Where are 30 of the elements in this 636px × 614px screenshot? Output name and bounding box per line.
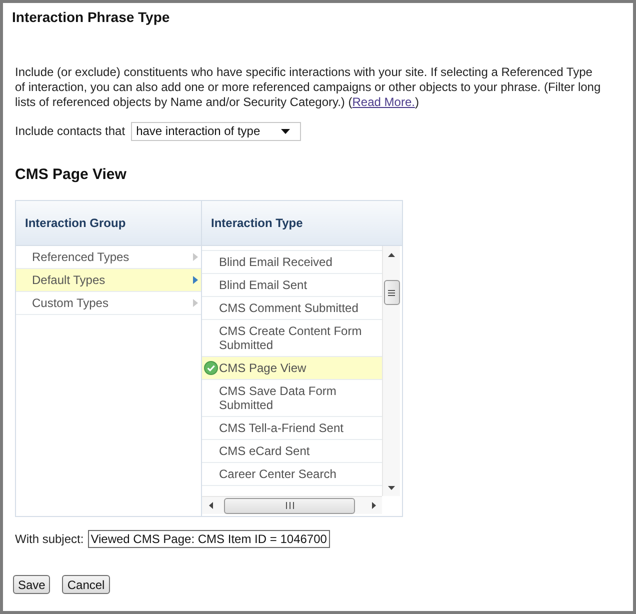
check-circle-icon — [204, 361, 218, 375]
column-header: Interaction Type — [201, 201, 402, 245]
caret-down-icon[interactable] — [388, 486, 395, 490]
form-button[interactable]: Save — [13, 575, 50, 594]
grip-icon — [286, 502, 294, 509]
caret-right-icon — [193, 253, 198, 261]
column-header: Interaction Group — [24, 215, 127, 232]
contact-filter-dropdown[interactable]: have interaction of type — [131, 122, 302, 141]
caret-down-icon — [281, 129, 290, 134]
group-list-item[interactable]: Custom Types — [16, 292, 201, 315]
subject-label: With subject: — [15, 532, 84, 546]
vertical-scrollbar[interactable] — [382, 246, 400, 496]
caret-right-icon[interactable] — [372, 502, 376, 509]
group-list-item[interactable]: Default Types — [16, 269, 201, 292]
caret-up-icon[interactable] — [388, 252, 395, 256]
section-title: CMS Page View — [15, 166, 126, 184]
grip-icon — [388, 290, 395, 296]
filter-label: Include contacts that — [15, 124, 126, 139]
dialog-title: Interaction Phrase Type — [12, 9, 170, 25]
horizontal-scrollbar[interactable] — [202, 496, 382, 514]
form-button[interactable]: Cancel — [62, 575, 110, 594]
scrollbar-thumb[interactable] — [384, 280, 400, 305]
scrollbar-thumb[interactable] — [224, 498, 355, 514]
caret-right-icon — [193, 299, 198, 307]
caret-right-icon — [193, 276, 198, 284]
read-more-link[interactable]: Read More. — [352, 95, 415, 109]
type-list-item[interactable]: CMS Page View — [202, 357, 382, 380]
subject-input[interactable]: Viewed CMS Page: CMS Item ID = 1046700 — [88, 530, 330, 548]
caret-left-icon[interactable] — [208, 502, 212, 509]
description-text: Include (or exclude) constituents who have specific interactions with your site. If selecting a Referenced Type of interaction, you can also add one or more referenced campaigns or other objects to your phrase. (Filter long lists of referenced objects by Name and/or Security Category.) (Read More.) — [15, 65, 602, 110]
